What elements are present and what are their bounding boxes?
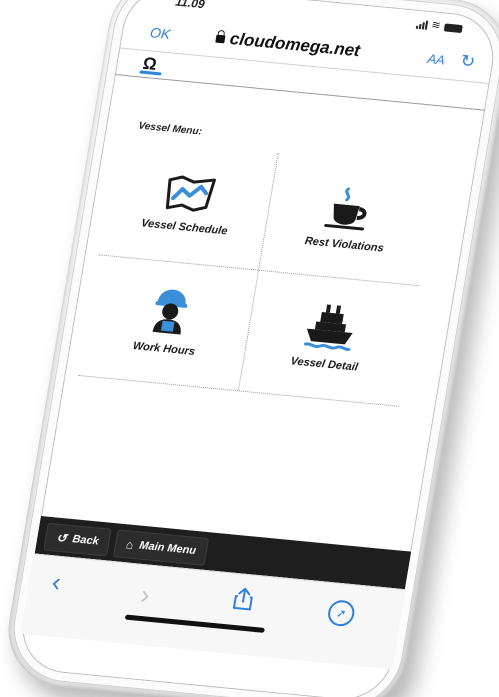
browser-back-icon[interactable]: ‹: [50, 567, 64, 598]
back-button[interactable]: ↺ Back: [43, 522, 112, 557]
home-icon: ⌂: [125, 537, 135, 552]
lock-icon: [215, 34, 226, 44]
compass-icon[interactable]: ➚: [326, 599, 357, 628]
phone-screen: 11.09 ≋ OK cloudomega.net AA ↻ Ω Vessel …: [15, 0, 499, 697]
coffee-cup-icon: [324, 187, 367, 231]
browser-forward-icon[interactable]: ›: [139, 579, 153, 610]
wifi-icon: ≋: [430, 19, 442, 32]
main-menu-button[interactable]: ⌂ Main Menu: [112, 529, 210, 566]
tile-label: Vessel Schedule: [140, 217, 229, 238]
screenshot-stage: 11.09 ≋ OK cloudomega.net AA ↻ Ω Vessel …: [0, 0, 499, 697]
tile-label: Work Hours: [132, 340, 196, 358]
vessel-detail-tile[interactable]: Vessel Detail: [239, 271, 418, 403]
work-hours-tile[interactable]: Work Hours: [79, 255, 258, 387]
text-size-button[interactable]: AA: [426, 51, 446, 67]
signal-icon: [415, 20, 429, 30]
url-text: cloudomega.net: [228, 29, 362, 61]
ok-button[interactable]: OK: [149, 24, 172, 42]
worker-helmet-icon: [152, 289, 188, 335]
back-arrow-icon: ↺: [55, 530, 68, 546]
tile-label: Vessel Detail: [289, 355, 359, 374]
battery-icon: [443, 23, 463, 34]
logo-wave-icon: [139, 70, 162, 76]
vessel-menu-grid: Vessel Schedule Rest Violations Work Hou…: [78, 138, 439, 407]
main-menu-label: Main Menu: [138, 539, 197, 557]
share-icon[interactable]: [230, 586, 258, 612]
menu-title: Vessel Menu:: [137, 120, 203, 138]
phone-frame: 11.09 ≋ OK cloudomega.net AA ↻ Ω Vessel …: [0, 0, 499, 697]
map-route-icon: [165, 175, 216, 212]
rest-violations-tile[interactable]: Rest Violations: [259, 153, 438, 285]
tile-label: Rest Violations: [303, 235, 385, 255]
url-field[interactable]: cloudomega.net: [214, 28, 361, 62]
ship-icon: [303, 304, 353, 351]
back-label: Back: [71, 533, 100, 548]
status-time: 11.09: [174, 0, 206, 12]
status-icons: ≋: [415, 19, 464, 34]
vessel-schedule-tile[interactable]: Vessel Schedule: [99, 138, 278, 270]
reload-icon[interactable]: ↻: [459, 51, 476, 72]
